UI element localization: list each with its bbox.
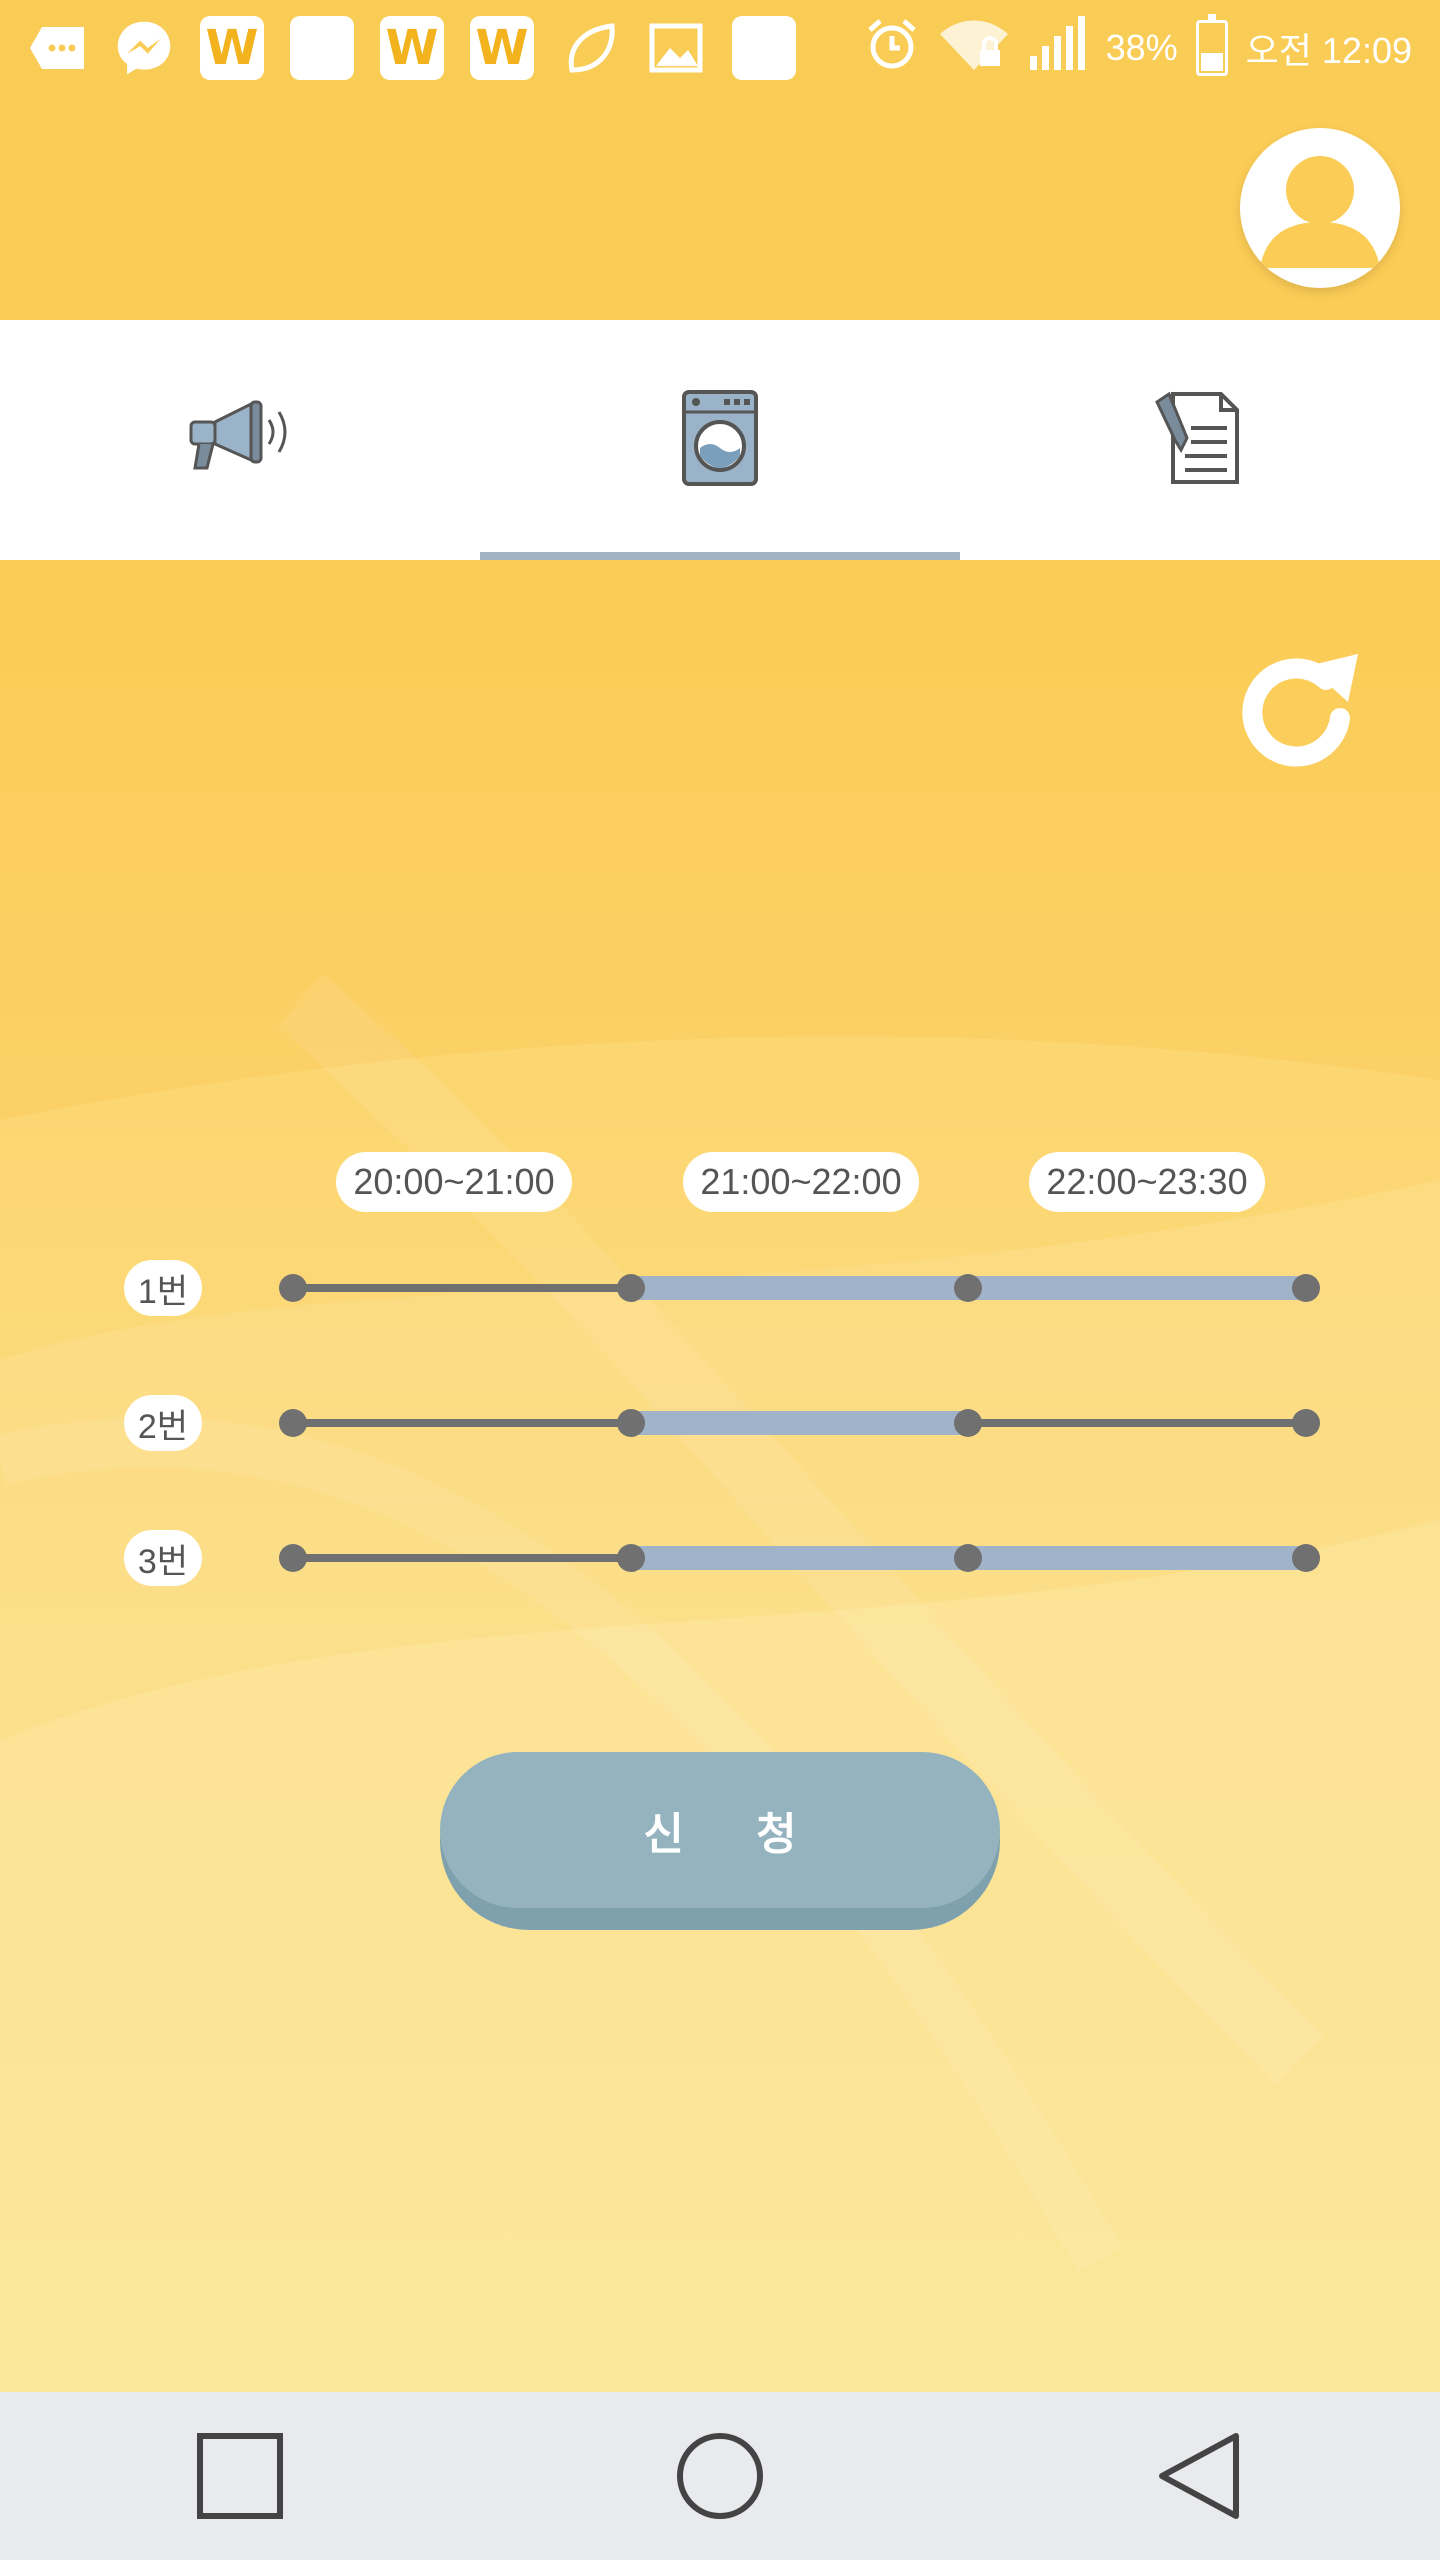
timeline-node <box>1292 1274 1320 1302</box>
signal-icon <box>1028 15 1088 81</box>
document-icon <box>1155 388 1245 493</box>
timeline-node <box>1292 1544 1320 1572</box>
status-bar: W W W 38% 오전 12:09 <box>0 0 1440 96</box>
wifi-icon <box>938 16 1010 81</box>
alarm-icon <box>864 16 920 81</box>
messenger-icon <box>114 18 174 78</box>
timeline-node <box>279 1544 307 1572</box>
megaphone-icon <box>185 398 295 483</box>
apply-button[interactable]: 신 청 <box>440 1752 1000 1930</box>
tab-bar <box>0 320 1440 560</box>
user-avatar-icon[interactable] <box>1240 128 1400 288</box>
leaf-icon <box>560 18 620 78</box>
w-app-icon: W <box>200 16 264 80</box>
timeline-node <box>954 1274 982 1302</box>
timeline-node <box>954 1409 982 1437</box>
back-button[interactable] <box>1140 2416 1260 2536</box>
notification-icons: W W W <box>0 16 796 80</box>
blank-app-icon <box>290 16 354 80</box>
gallery-icon <box>646 18 706 78</box>
timeline-node <box>617 1409 645 1437</box>
timeline-node <box>279 1274 307 1302</box>
tab-laundry[interactable] <box>480 320 960 560</box>
square-icon <box>197 2433 283 2519</box>
app-header <box>0 96 1440 320</box>
w-app-icon: W <box>380 16 444 80</box>
home-button[interactable] <box>660 2416 780 2536</box>
overflow-icon <box>28 18 88 78</box>
system-nav-bar <box>0 2392 1440 2560</box>
status-right: 38% 오전 12:09 <box>864 0 1412 96</box>
laundry-reservation-panel: 20:00~21:00 21:00~22:00 22:00~23:30 1번 2… <box>0 560 1440 2392</box>
battery-percent: 38% <box>1105 27 1178 68</box>
tab-notice[interactable] <box>0 320 480 560</box>
washing-machine-icon <box>680 388 760 493</box>
tab-application-form[interactable] <box>960 320 1440 560</box>
tab-selected-indicator <box>480 552 960 560</box>
timeline-node <box>1292 1409 1320 1437</box>
apply-button-label: 신 청 <box>440 1752 1000 1908</box>
timeline-node <box>954 1544 982 1572</box>
reservation-timeline <box>279 1274 1320 1572</box>
clock: 오전 12:09 <box>1245 30 1412 71</box>
timeline-node <box>617 1274 645 1302</box>
timeline-node <box>617 1544 645 1572</box>
w-app-icon: W <box>470 16 534 80</box>
battery-icon <box>1195 14 1228 76</box>
timeline-node <box>279 1409 307 1437</box>
circle-icon <box>677 2433 763 2519</box>
triangle-back-icon <box>1159 2433 1239 2519</box>
recent-apps-button[interactable] <box>180 2416 300 2536</box>
blank-app-icon <box>732 16 796 80</box>
